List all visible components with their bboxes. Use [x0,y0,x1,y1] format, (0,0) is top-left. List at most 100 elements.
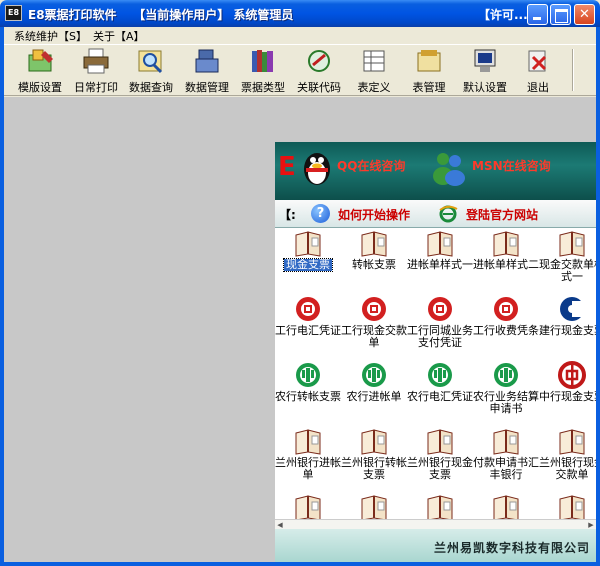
msn-buddies-icon[interactable] [430,148,468,186]
ticket-type-item[interactable]: 农行电汇凭证 [407,361,473,403]
official-site-link[interactable]: 登陆官方网站 [466,206,538,223]
ticket-type-item[interactable]: 工行收费凭条 [473,295,539,337]
abc-logo-icon [425,361,455,389]
abc-logo-icon [293,361,323,389]
ticket-type-label: 工行现金交款单 [341,324,407,349]
ticket-type-label: 中行现金支票 [539,390,596,403]
ticket-type-item[interactable]: 进帐单样式二 [473,229,539,271]
maximize-button[interactable] [550,4,571,25]
window-frame-bottom [0,562,600,566]
book-icon [293,427,323,455]
ccb-logo-icon [557,295,587,323]
table-define-button[interactable]: 表定义 [350,47,398,94]
ticket-type-item[interactable]: 建行现金支票 [539,295,596,337]
ticket-type-item[interactable]: 进帐单样式一 [407,229,473,271]
ticket-type-item[interactable]: 转帐支票 [341,229,407,271]
toolbar-separator [572,49,574,91]
horizontal-scrollbar[interactable]: ◀ ▶ [275,519,596,529]
ticket-type-label: 农行转帐支票 [275,390,341,403]
ticket-type-item[interactable]: 工行电汇凭证 [275,295,341,337]
icbc-logo-icon [491,295,521,323]
ticket-type-label: 进帐单样式二 [473,258,539,271]
exit-button[interactable]: 退出 [518,47,558,94]
default-settings-button[interactable]: 默认设置 [460,47,510,94]
template-settings-button[interactable]: 模版设置 [14,47,66,94]
table-manage-icon [417,50,441,72]
icbc-logo-icon [293,295,323,323]
ticket-type-item[interactable]: 农行进帐单 [341,361,407,403]
ticket-type-label: 工行收费凭条 [473,324,539,337]
ticket-type-item[interactable]: 付款申请书汇丰银行 [473,427,539,481]
company-name: 兰州易凯数字科技有限公司 [433,541,590,555]
ticket-type-item[interactable]: 工行现金交款单 [341,295,407,349]
license-label: 【许可... [478,8,528,22]
ticket-type-item[interactable]: 兰州银行现金支票 [407,427,473,481]
ticket-type-label: 兰州银行现金支票 [407,456,473,481]
ticket-type-item[interactable]: 现金交款单样式一 [539,229,596,283]
book-icon [425,229,455,257]
question-icon[interactable]: ? [311,204,330,223]
ticket-type-label: 进帐单样式一 [407,258,473,271]
ticket-type-item[interactable]: 中行现金支票 [539,361,596,403]
close-button[interactable]: ✕ [574,4,595,25]
toolbar-label: 数据查询 [129,81,173,94]
toolbar-label: 关联代码 [297,81,341,94]
menu-system-maintenance[interactable]: 系统维护【S】 [14,28,87,44]
ticket-type-label: 现金支票 [283,258,333,272]
toolbar-label: 模版设置 [18,81,62,94]
help-bracket: 【: [279,208,296,222]
panel-footer: 兰州易凯数字科技有限公司 [275,529,596,562]
ticket-type-label: 付款申请书汇丰银行 [473,456,539,481]
menu-about[interactable]: 关于【A】 [93,28,145,44]
data-query-button[interactable]: 数据查询 [126,47,176,94]
book-icon [491,493,521,521]
qq-online-link[interactable]: QQ在线咨询 [337,157,405,174]
search-icon [138,50,163,74]
link-code-icon [308,50,330,72]
default-settings-icon [474,49,496,72]
app-icon[interactable]: E8 [5,5,22,21]
book-icon [359,493,389,521]
ticket-type-item[interactable]: 兰州银行转帐支票 [341,427,407,481]
ticket-type-label: 农行电汇凭证 [407,390,473,403]
ticket-type-grid: 现金支票 转帐支票进帐单样式一进帐单样式二现金交款单样式一工行电汇凭证工行现金交款… [275,229,596,521]
books-icon [252,50,273,72]
icbc-logo-icon [359,295,389,323]
toolbar-label: 表管理 [412,81,446,94]
title-bar[interactable]: E8 E8票据打印软件 【当前操作用户】 系统管理员 【许可... ✕ [0,0,600,27]
ticket-type-label: 农行业务结算申请书 [473,390,539,415]
data-manage-button[interactable]: 数据管理 [182,47,232,94]
ticket-type-item[interactable]: 农行业务结算申请书 [473,361,539,415]
book-icon [425,493,455,521]
ticket-type-button[interactable]: 票据类型 [238,47,288,94]
qq-penguin-icon[interactable] [301,147,333,187]
menu-bar: 系统维护【S】 关于【A】 [4,27,596,44]
ticket-type-label: 兰州银行现金交款单 [539,456,596,481]
printer-icon [83,48,109,74]
book-icon [557,493,587,521]
data-manage-icon [195,49,219,73]
book-icon [359,229,389,257]
ticket-type-item[interactable]: 现金支票 [275,229,341,272]
ticket-type-item[interactable]: 工行同城业务支付凭证 [407,295,473,349]
link-code-button[interactable]: 关联代码 [294,47,344,94]
ie-globe-icon[interactable] [438,204,458,223]
exit-icon [528,50,547,72]
book-icon [557,427,587,455]
start-panel: E QQ在线咨询 MSN在线咨询 【: ? 如何开始操作 登陆官方网站 现金支票… [275,142,596,562]
icbc-logo-icon [425,295,455,323]
ticket-type-item[interactable]: 兰州银行现金交款单 [539,427,596,481]
window-title: E8票据打印软件 【当前操作用户】 系统管理员 [28,8,294,22]
msn-online-link[interactable]: MSN在线咨询 [472,157,551,174]
book-icon [293,493,323,521]
how-to-start-link[interactable]: 如何开始操作 [338,206,410,223]
book-icon [491,229,521,257]
table-manage-button[interactable]: 表管理 [405,47,453,94]
ticket-type-label: 现金交款单样式一 [539,258,596,283]
ticket-type-item[interactable]: 兰州银行进帐单 [275,427,341,481]
daily-print-button[interactable]: 日常打印 [70,47,122,94]
book-icon [557,229,587,257]
ticket-type-item[interactable]: 农行转帐支票 [275,361,341,403]
banner-logo-letter: E [278,152,296,182]
minimize-button[interactable] [527,4,548,25]
